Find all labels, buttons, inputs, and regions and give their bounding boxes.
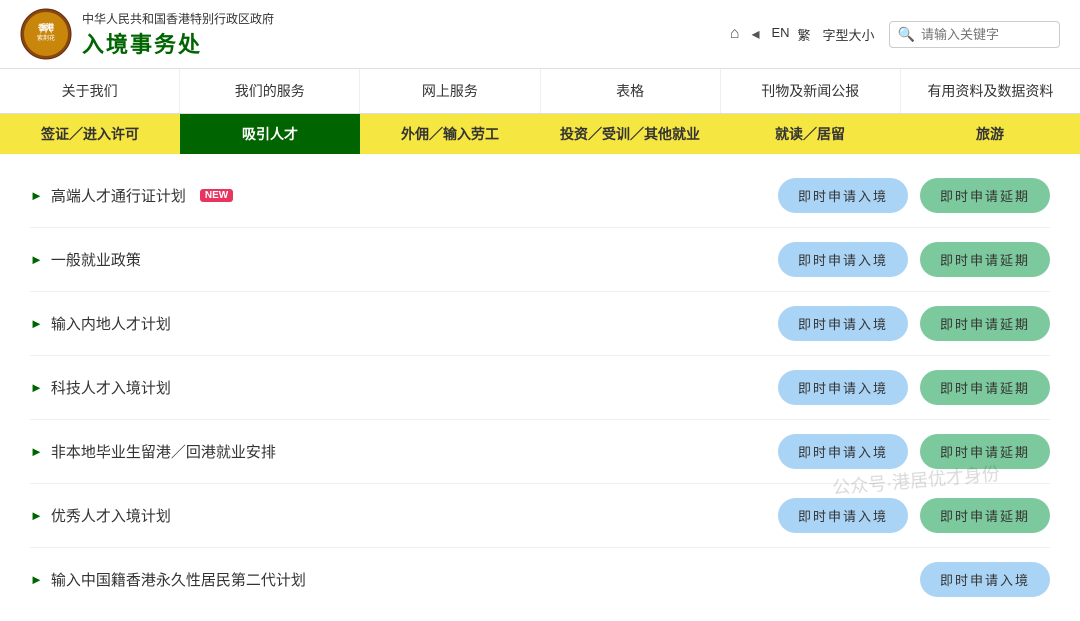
btn-entry-2[interactable]: 即时申请入境 [778, 306, 908, 341]
arrow-icon-5: ► [30, 508, 43, 523]
search-icon: 🔍 [898, 26, 915, 43]
btn-extend-4[interactable]: 即时申请延期 [920, 434, 1050, 469]
policy-row-3: ► 科技人才入境计划 即时申请入境 即时申请延期 [30, 356, 1050, 420]
nav-publications[interactable]: 刊物及新闻公报 [721, 69, 901, 113]
sub-nav-talent[interactable]: 吸引人才 [180, 114, 360, 154]
policy-title-0[interactable]: 高端人才通行证计划 [51, 185, 186, 206]
arrow-icon-2: ► [30, 316, 43, 331]
nav-services[interactable]: 我们的服务 [180, 69, 360, 113]
btn-entry-1[interactable]: 即时申请入境 [778, 242, 908, 277]
lang-links: EN 繁 [771, 25, 810, 44]
header-title: 中华人民共和国香港特别行政区政府 入境事务处 [82, 10, 274, 59]
header-right: ⌂ ◂ EN 繁 字型大小 🔍 [730, 21, 1060, 48]
btn-extend-3[interactable]: 即时申请延期 [920, 370, 1050, 405]
policy-buttons-4: 即时申请入境 即时申请延期 [778, 434, 1050, 469]
policy-buttons-2: 即时申请入境 即时申请延期 [778, 306, 1050, 341]
lang-trad[interactable]: 繁 [798, 25, 811, 44]
policy-buttons-3: 即时申请入境 即时申请延期 [778, 370, 1050, 405]
arrow-icon-6: ► [30, 572, 43, 587]
btn-extend-1[interactable]: 即时申请延期 [920, 242, 1050, 277]
policy-left-6: ► 输入中国籍香港永久性居民第二代计划 [30, 569, 306, 590]
btn-entry-5[interactable]: 即时申请入境 [778, 498, 908, 533]
btn-extend-2[interactable]: 即时申请延期 [920, 306, 1050, 341]
policy-buttons-6: 即时申请入境 [920, 562, 1050, 597]
policy-row-6: ► 输入中国籍香港永久性居民第二代计划 即时申请入境 [30, 548, 1050, 611]
policy-title-3[interactable]: 科技人才入境计划 [51, 377, 171, 398]
policy-title-6[interactable]: 输入中国籍香港永久性居民第二代计划 [51, 569, 306, 590]
new-badge-0: NEW [200, 189, 233, 202]
policy-left-1: ► 一般就业政策 [30, 249, 141, 270]
font-size-control[interactable]: 字型大小 [823, 25, 875, 44]
arrow-icon-0: ► [30, 188, 43, 203]
policy-left-4: ► 非本地毕业生留港／回港就业安排 [30, 441, 276, 462]
policy-title-5[interactable]: 优秀人才入境计划 [51, 505, 171, 526]
policy-left-2: ► 输入内地人才计划 [30, 313, 171, 334]
sub-nav-investment[interactable]: 投资／受训／其他就业 [540, 114, 720, 154]
sub-nav-study[interactable]: 就读／居留 [720, 114, 900, 154]
nav-forms[interactable]: 表格 [541, 69, 721, 113]
header-icons: ⌂ ◂ EN 繁 字型大小 [730, 24, 875, 44]
policy-row-1: ► 一般就业政策 即时申请入境 即时申请延期 [30, 228, 1050, 292]
arrow-icon-4: ► [30, 444, 43, 459]
content-area: ► 高端人才通行证计划 NEW 即时申请入境 即时申请延期 ► 一般就业政策 即… [0, 154, 1080, 621]
nav-online-services[interactable]: 网上服务 [360, 69, 540, 113]
policy-left-0: ► 高端人才通行证计划 NEW [30, 185, 233, 206]
header-left: 香港 紫荆花 中华人民共和国香港特别行政区政府 入境事务处 [20, 8, 274, 60]
policy-title-1[interactable]: 一般就业政策 [51, 249, 141, 270]
btn-entry-4[interactable]: 即时申请入境 [778, 434, 908, 469]
sub-nav-domestic[interactable]: 外佣／输入劳工 [360, 114, 540, 154]
lang-en[interactable]: EN [771, 25, 789, 44]
policy-buttons-5: 即时申请入境 即时申请延期 [778, 498, 1050, 533]
header: 香港 紫荆花 中华人民共和国香港特别行政区政府 入境事务处 ⌂ ◂ EN 繁 字… [0, 0, 1080, 69]
policy-row-0: ► 高端人才通行证计划 NEW 即时申请入境 即时申请延期 [30, 164, 1050, 228]
policy-row-5: ► 优秀人才入境计划 即时申请入境 即时申请延期 [30, 484, 1050, 548]
policy-title-4[interactable]: 非本地毕业生留港／回港就业安排 [51, 441, 276, 462]
dept-name-text: 入境事务处 [82, 27, 274, 59]
policy-left-5: ► 优秀人才入境计划 [30, 505, 171, 526]
nav-resources[interactable]: 有用资料及数据资料 [901, 69, 1080, 113]
policy-buttons-1: 即时申请入境 即时申请延期 [778, 242, 1050, 277]
sub-nav-tourism[interactable]: 旅游 [900, 114, 1080, 154]
home-icon[interactable]: ⌂ [730, 25, 740, 43]
policy-left-3: ► 科技人才入境计划 [30, 377, 171, 398]
arrow-icon-3: ► [30, 380, 43, 395]
btn-entry-3[interactable]: 即时申请入境 [778, 370, 908, 405]
main-nav: 关于我们 我们的服务 网上服务 表格 刊物及新闻公报 有用资料及数据资料 [0, 69, 1080, 114]
search-box: 🔍 [889, 21, 1060, 48]
policy-row-2: ► 输入内地人才计划 即时申请入境 即时申请延期 [30, 292, 1050, 356]
govt-emblem: 香港 紫荆花 [20, 8, 72, 60]
search-input[interactable] [921, 27, 1051, 42]
btn-entry-6[interactable]: 即时申请入境 [920, 562, 1050, 597]
btn-entry-0[interactable]: 即时申请入境 [778, 178, 908, 213]
svg-text:紫荆花: 紫荆花 [37, 34, 55, 42]
policy-row-4: ► 非本地毕业生留港／回港就业安排 即时申请入境 即时申请延期 [30, 420, 1050, 484]
arrow-icon-1: ► [30, 252, 43, 267]
policy-buttons-0: 即时申请入境 即时申请延期 [778, 178, 1050, 213]
gov-name-text: 中华人民共和国香港特别行政区政府 [82, 10, 274, 27]
sub-nav-visa[interactable]: 签证／进入许可 [0, 114, 180, 154]
btn-extend-0[interactable]: 即时申请延期 [920, 178, 1050, 213]
policy-title-2[interactable]: 输入内地人才计划 [51, 313, 171, 334]
nav-about[interactable]: 关于我们 [0, 69, 180, 113]
share-icon[interactable]: ◂ [751, 24, 759, 44]
btn-extend-5[interactable]: 即时申请延期 [920, 498, 1050, 533]
sub-nav: 签证／进入许可 吸引人才 外佣／输入劳工 投资／受训／其他就业 就读／居留 旅游 [0, 114, 1080, 154]
